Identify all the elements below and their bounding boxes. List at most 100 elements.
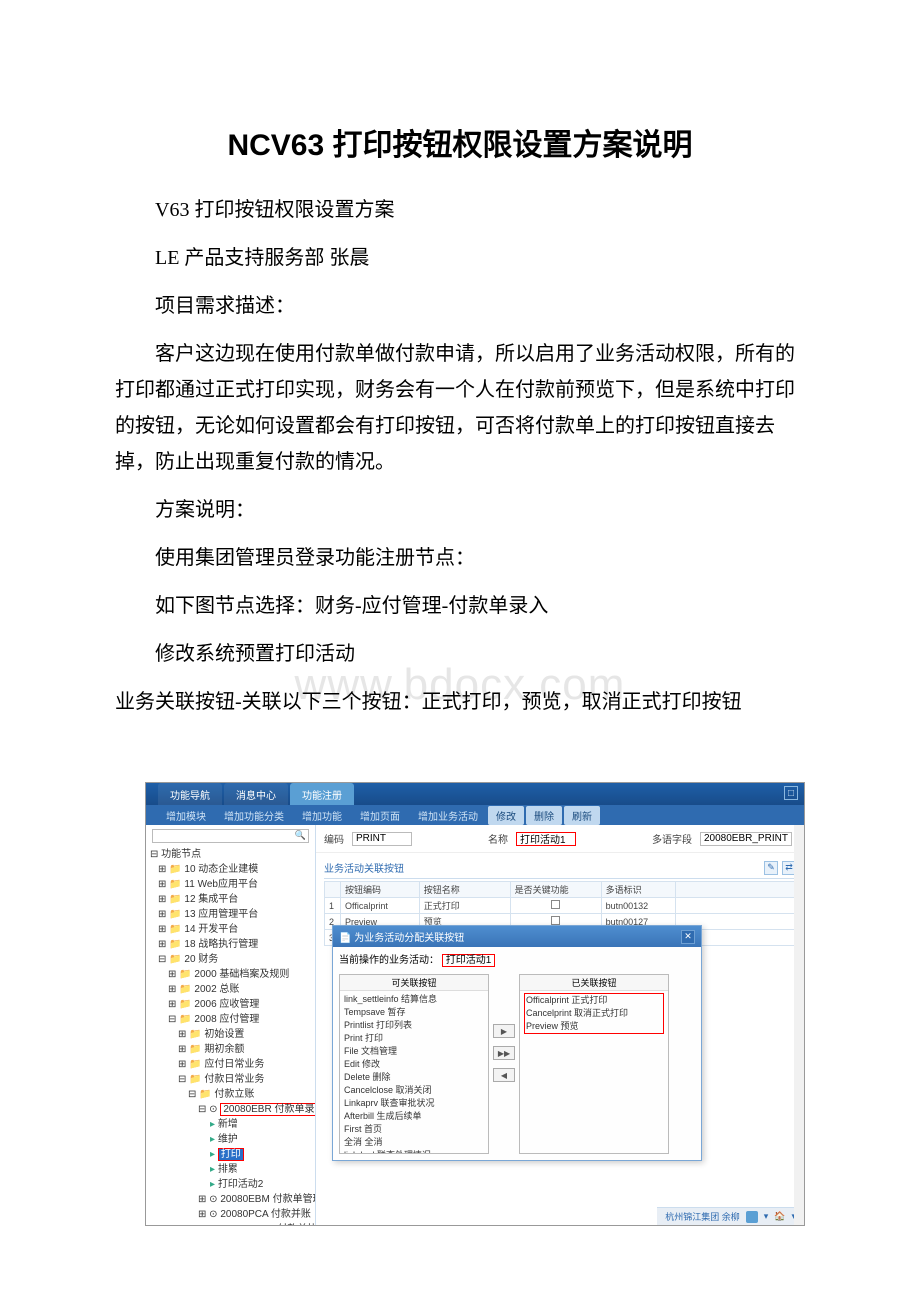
col-name: 按钮名称 (419, 882, 510, 898)
dropdown-icon[interactable]: ▾ (764, 1211, 769, 1222)
btn-delete[interactable]: 删除 (526, 806, 562, 825)
checkbox[interactable] (551, 900, 560, 909)
name-label: 名称 (488, 831, 508, 846)
list-item[interactable]: Print 打印 (344, 1032, 484, 1045)
para-author: LE 产品支持服务部 张晨 (115, 240, 805, 276)
checkbox[interactable] (551, 916, 560, 925)
btn-add-module[interactable]: 增加模块 (158, 806, 214, 825)
tree-ebm[interactable]: ⊞ ⊙ 20080EBM 付款单管理 (148, 1192, 313, 1207)
list-item[interactable]: Cancelclose 取消关闭 (344, 1084, 484, 1097)
list-item[interactable]: Tempsave 暂存 (344, 1006, 484, 1019)
move-left-icon[interactable]: ◀ (493, 1068, 515, 1082)
list-item[interactable]: Afterbill 生成后续单 (344, 1110, 484, 1123)
list-item[interactable]: 全消 全消 (344, 1136, 484, 1149)
dialog-title: 📄 为业务活动分配关联按钮 (339, 929, 464, 944)
col-code: 按钮编码 (341, 882, 420, 898)
dialog-subtitle: 当前操作的业务活动： 打印活动1 (333, 947, 701, 970)
main-panel: 编码 PRINT 名称 打印活动1 多语字段 20080EBR_PRINT 业务… (316, 825, 804, 1225)
list-item[interactable]: Linkaprv 联查审批状况 (344, 1097, 484, 1110)
tree-13[interactable]: ⊞ 📁 13 应用管理平台 (148, 907, 313, 922)
list-item[interactable]: link_settleinfo 结算信息 (344, 993, 484, 1006)
table-row[interactable]: 1 Officalprint 正式打印 butn00132 (325, 898, 796, 914)
para-plan-3: 修改系统预置打印活动 (115, 636, 805, 672)
tree-search-input[interactable] (152, 829, 309, 843)
list-item[interactable]: Printlist 打印列表 (344, 1019, 484, 1032)
tree-edit[interactable]: ▸ 维护 (148, 1132, 313, 1147)
code-label: 编码 (324, 831, 344, 846)
tree-add[interactable]: ▸ 新增 (148, 1117, 313, 1132)
tree-spac[interactable]: ⊞ ⊙ 20080SPAC 付款单协同确认 (148, 1222, 313, 1225)
tree-pa2[interactable]: ▸ 打印活动2 (148, 1177, 313, 1192)
maximize-icon[interactable]: □ (784, 786, 798, 800)
btn-modify[interactable]: 修改 (488, 806, 524, 825)
footer-text: 杭州锦江集团 余柳 (665, 1210, 740, 1223)
tree-qc[interactable]: ⊞ 📁 期初余额 (148, 1042, 313, 1057)
col-key: 是否关键功能 (510, 882, 601, 898)
move-all-right-icon[interactable]: ▶▶ (493, 1046, 515, 1060)
name-input[interactable]: 打印活动1 (516, 832, 576, 846)
tree-pca[interactable]: ⊞ ⊙ 20080PCA 付款并账 (148, 1207, 313, 1222)
btn-add-activity[interactable]: 增加业务活动 (410, 806, 486, 825)
user-icon[interactable] (746, 1211, 758, 1223)
tree-init[interactable]: ⊞ 📁 初始设置 (148, 1027, 313, 1042)
para-plan-1: 使用集团管理员登录功能注册节点： (115, 540, 805, 576)
tree-fkld[interactable]: ⊟ 📁 付款立账 (148, 1087, 313, 1102)
tree-fkrc[interactable]: ⊟ 📁 付款日常业务 (148, 1072, 313, 1087)
available-header: 可关联按钮 (340, 975, 488, 991)
para-subtitle: V63 打印按钮权限设置方案 (115, 192, 805, 228)
tree-12[interactable]: ⊞ 📁 12 集成平台 (148, 892, 313, 907)
list-item[interactable]: Preview 预览 (526, 1020, 662, 1033)
grid-title: 业务活动关联按钮 (324, 860, 404, 875)
tab-msg[interactable]: 消息中心 (224, 783, 288, 805)
ml-label: 多语字段 (652, 831, 692, 846)
tree-2008[interactable]: ⊟ 📁 2008 应付管理 (148, 1012, 313, 1027)
code-input[interactable]: PRINT (352, 832, 412, 846)
tree-print[interactable]: ▸ 打印 (148, 1147, 313, 1162)
move-right-icon[interactable]: ▶ (493, 1024, 515, 1038)
ml-input[interactable]: 20080EBR_PRINT (700, 832, 792, 846)
tree-11[interactable]: ⊞ 📁 11 Web应用平台 (148, 877, 313, 892)
tree-14[interactable]: ⊞ 📁 14 开发平台 (148, 922, 313, 937)
tree-10[interactable]: ⊞ 📁 10 动态企业建模 (148, 862, 313, 877)
assign-dialog: 📄 为业务活动分配关联按钮 ✕ 当前操作的业务活动： 打印活动1 可关联按钮 l… (332, 925, 702, 1161)
close-icon[interactable]: ✕ (681, 930, 695, 944)
tab-funcreg[interactable]: 功能注册 (290, 783, 354, 805)
tree-2006[interactable]: ⊞ 📁 2006 应收管理 (148, 997, 313, 1012)
list-item[interactable]: First 首页 (344, 1123, 484, 1136)
selected-list[interactable]: 已关联按钮 Officalprint 正式打印Cancelprint 取消正式打… (519, 974, 669, 1154)
tree-2000[interactable]: ⊞ 📁 2000 基础档案及规则 (148, 967, 313, 982)
scrollbar[interactable] (794, 825, 804, 1225)
para-plan-2: 如下图节点选择：财务-应付管理-付款单录入 (115, 588, 805, 624)
status-bar: 杭州锦江集团 余柳 ▾ 🏠 ▾ (657, 1207, 804, 1225)
para-plan-4: 业务关联按钮-关联以下三个按钮：正式打印，预览，取消正式打印按钮 (115, 684, 805, 720)
btn-add-func[interactable]: 增加功能 (294, 806, 350, 825)
btn-refresh[interactable]: 刷新 (564, 806, 600, 825)
tree-root[interactable]: ⊟ 功能节点 (148, 847, 313, 862)
form-header: 编码 PRINT 名称 打印活动1 多语字段 20080EBR_PRINT (316, 825, 804, 853)
list-item[interactable]: Delete 删除 (344, 1071, 484, 1084)
list-item[interactable]: linkdeal 联查处理情况 (344, 1149, 484, 1154)
home-icon[interactable]: 🏠 (774, 1211, 785, 1222)
tree-ebr[interactable]: ⊟ ⊙ 20080EBR 付款单录入 (148, 1102, 313, 1117)
tree-20[interactable]: ⊟ 📁 20 财务 (148, 952, 313, 967)
btn-add-page[interactable]: 增加页面 (352, 806, 408, 825)
grid-edit-icon[interactable]: ✎ (764, 861, 778, 875)
btn-add-cat[interactable]: 增加功能分类 (216, 806, 292, 825)
available-list[interactable]: 可关联按钮 link_settleinfo 结算信息Tempsave 暂存Pri… (339, 974, 489, 1154)
window-tabs: 功能导航 消息中心 功能注册 □ (146, 783, 804, 805)
tree-2002[interactable]: ⊞ 📁 2002 总账 (148, 982, 313, 997)
tree-rc[interactable]: ⊞ 📁 应付日常业务 (148, 1057, 313, 1072)
tab-nav[interactable]: 功能导航 (158, 783, 222, 805)
list-item[interactable]: File 文档管理 (344, 1045, 484, 1058)
selected-header: 已关联按钮 (520, 975, 668, 991)
tree-18[interactable]: ⊞ 📁 18 战略执行管理 (148, 937, 313, 952)
list-item[interactable]: Cancelprint 取消正式打印 (526, 1007, 662, 1020)
col-ml: 多语标识 (601, 882, 675, 898)
app-screenshot: 功能导航 消息中心 功能注册 □ 增加模块 增加功能分类 增加功能 增加页面 增… (145, 782, 805, 1226)
tree-query[interactable]: ▸ 排累 (148, 1162, 313, 1177)
list-item[interactable]: Edit 修改 (344, 1058, 484, 1071)
list-item[interactable]: Officalprint 正式打印 (526, 994, 662, 1007)
para-req-body: 客户这边现在使用付款单做付款申请，所以启用了业务活动权限，所有的打印都通过正式打… (115, 336, 805, 480)
nav-tree[interactable]: ⊟ 功能节点 ⊞ 📁 10 动态企业建模 ⊞ 📁 11 Web应用平台 ⊞ 📁 … (146, 825, 316, 1225)
para-plan-head: 方案说明： (115, 492, 805, 528)
